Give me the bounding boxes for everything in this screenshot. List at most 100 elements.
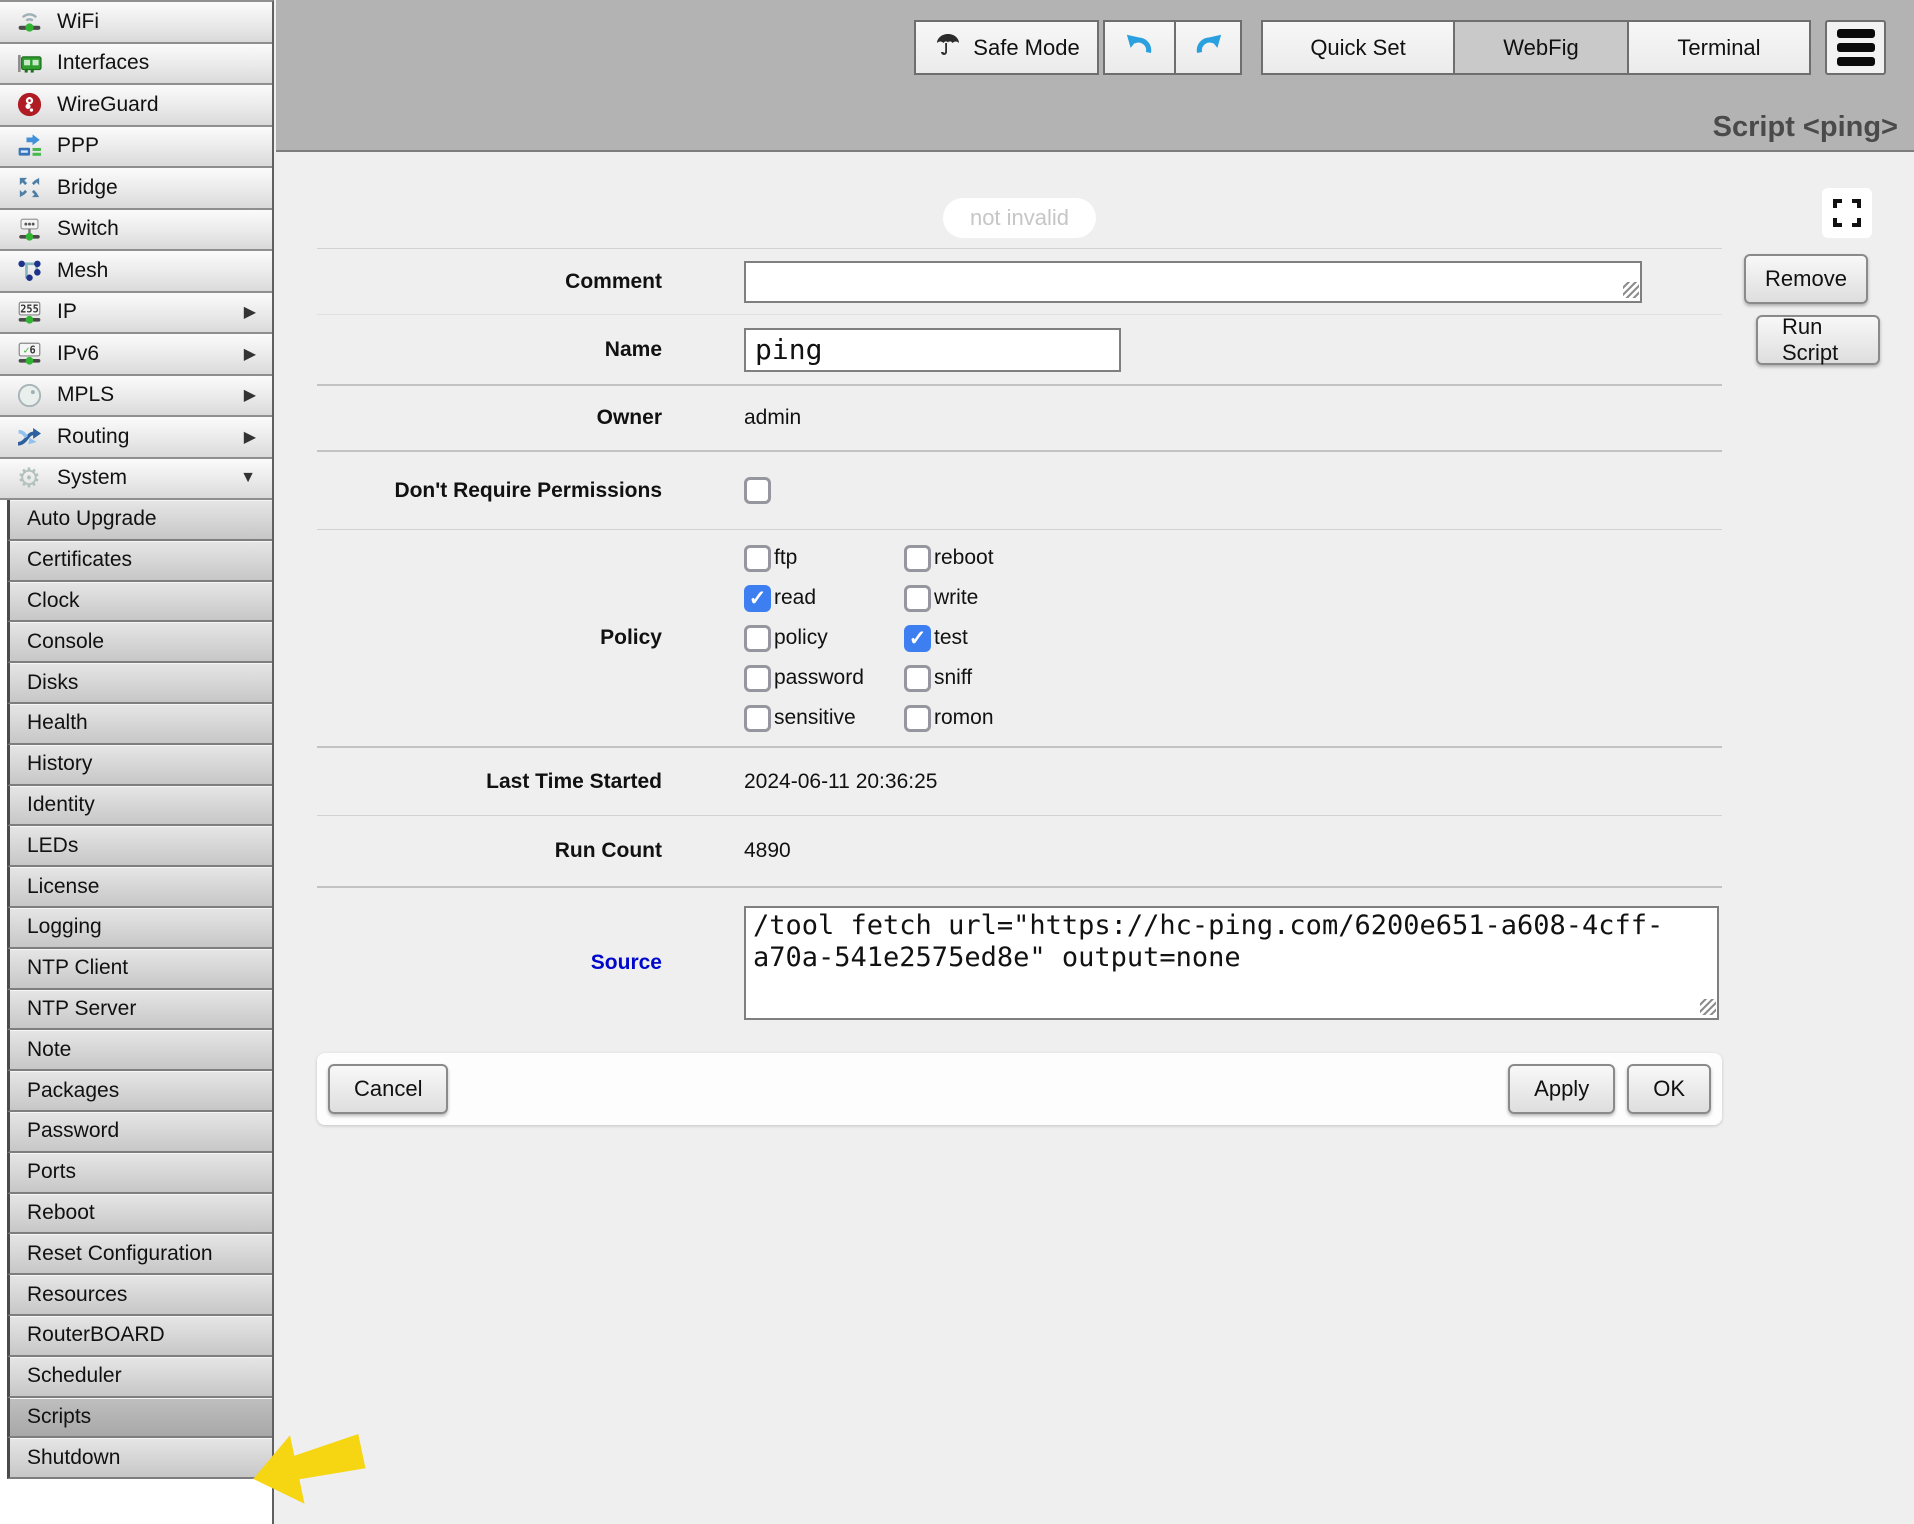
sidebar-subitem-leds[interactable]: LEDs bbox=[7, 826, 272, 867]
main-area: Safe Mode Quick Set WebFig Terminal Scri… bbox=[276, 0, 1914, 1524]
status-badge: not invalid bbox=[943, 198, 1096, 238]
run-count-label: Run Count bbox=[317, 839, 662, 863]
policy-label: Policy bbox=[317, 626, 662, 650]
sidebar-item-mesh[interactable]: Mesh bbox=[0, 251, 272, 293]
policy-option-policy[interactable]: ✓ policy bbox=[744, 625, 904, 652]
routing-icon bbox=[14, 422, 44, 452]
policy-option-sniff[interactable]: ✓ sniff bbox=[904, 665, 1079, 692]
sidebar-top-menu: WiFi Interfaces WireGuard PPP bbox=[0, 2, 272, 500]
tab-quick-set[interactable]: Quick Set bbox=[1261, 20, 1455, 75]
last-time-started-value: 2024-06-11 20:36:25 bbox=[744, 770, 937, 794]
redo-arrow-icon bbox=[1193, 30, 1223, 66]
sidebar-item-ipv6[interactable]: ✓6 IPv6 ▶ bbox=[0, 334, 272, 376]
name-input[interactable] bbox=[744, 328, 1121, 372]
owner-label: Owner bbox=[317, 406, 662, 430]
svg-text:✓6: ✓6 bbox=[23, 345, 35, 357]
apply-button[interactable]: Apply bbox=[1508, 1064, 1615, 1114]
sidebar-subitem-scripts[interactable]: Scripts bbox=[7, 1398, 272, 1439]
expand-arrow-icon: ▶ bbox=[244, 385, 256, 405]
ip-icon: 255 bbox=[14, 297, 44, 327]
script-form: not invalid Comment Name Owner admin bbox=[317, 152, 1722, 1038]
comment-row: Comment bbox=[317, 248, 1722, 314]
sidebar-subitem-identity[interactable]: Identity bbox=[7, 786, 272, 827]
sidebar-subitem-ports[interactable]: Ports bbox=[7, 1153, 272, 1194]
fullscreen-icon[interactable] bbox=[1822, 188, 1872, 238]
form-button-bar: Cancel Apply OK bbox=[317, 1053, 1722, 1125]
tab-webfig[interactable]: WebFig bbox=[1453, 20, 1629, 75]
wifi-icon bbox=[14, 7, 44, 37]
remove-button[interactable]: Remove bbox=[1744, 254, 1868, 304]
sidebar-subitem-password[interactable]: Password bbox=[7, 1112, 272, 1153]
expand-arrow-icon: ▶ bbox=[244, 344, 256, 364]
sidebar-subitem-scheduler[interactable]: Scheduler bbox=[7, 1357, 272, 1398]
safe-mode-button[interactable]: Safe Mode bbox=[914, 20, 1099, 75]
dont-require-permissions-label: Don't Require Permissions bbox=[317, 479, 662, 503]
tab-terminal[interactable]: Terminal bbox=[1627, 20, 1811, 75]
switch-icon bbox=[14, 214, 44, 244]
sidebar-subitem-routerboard[interactable]: RouterBOARD bbox=[7, 1316, 272, 1357]
policy-option-read[interactable]: ✓ read bbox=[744, 585, 904, 612]
sidebar-subitem-certificates[interactable]: Certificates bbox=[7, 541, 272, 582]
bridge-icon bbox=[14, 173, 44, 203]
undo-button[interactable] bbox=[1103, 20, 1176, 75]
sidebar-subitem-health[interactable]: Health bbox=[7, 704, 272, 745]
ppp-icon bbox=[14, 131, 44, 161]
source-input[interactable]: /tool fetch url="https://hc-ping.com/620… bbox=[744, 906, 1719, 1020]
run-script-button[interactable]: Run Script bbox=[1756, 315, 1880, 365]
expand-arrow-icon: ▶ bbox=[244, 302, 256, 322]
policy-option-write[interactable]: ✓ write bbox=[904, 585, 1079, 612]
umbrella-icon bbox=[933, 30, 963, 66]
ok-button[interactable]: OK bbox=[1627, 1064, 1711, 1114]
sidebar-item-wifi[interactable]: WiFi bbox=[0, 2, 272, 44]
expand-arrow-icon: ▼ bbox=[240, 469, 256, 487]
dont-require-permissions-checkbox[interactable]: ✓ bbox=[744, 477, 771, 504]
sidebar-subitem-note[interactable]: Note bbox=[7, 1030, 272, 1071]
mpls-icon bbox=[14, 380, 44, 410]
sidebar-item-wireguard[interactable]: WireGuard bbox=[0, 85, 272, 127]
sidebar-item-bridge[interactable]: Bridge bbox=[0, 168, 272, 210]
ipv6-icon: ✓6 bbox=[14, 339, 44, 369]
sidebar-subitem-ntp-server[interactable]: NTP Server bbox=[7, 990, 272, 1031]
sidebar-subitem-auto-upgrade[interactable]: Auto Upgrade bbox=[7, 500, 272, 541]
policy-option-sensitive[interactable]: ✓ sensitive bbox=[744, 705, 904, 732]
policy-option-test[interactable]: ✓ test bbox=[904, 625, 1079, 652]
sidebar-system-submenu: Auto Upgrade Certificates Clock Console … bbox=[0, 500, 272, 1479]
sidebar-subitem-history[interactable]: History bbox=[7, 745, 272, 786]
sidebar-item-system[interactable]: ⚙ System ▼ bbox=[0, 459, 272, 501]
sidebar-subitem-disks[interactable]: Disks bbox=[7, 663, 272, 704]
sidebar-subitem-shutdown[interactable]: Shutdown bbox=[7, 1438, 272, 1479]
sidebar-subitem-license[interactable]: License bbox=[7, 867, 272, 908]
sidebar-item-switch[interactable]: Switch bbox=[0, 210, 272, 252]
sidebar-item-routing[interactable]: Routing ▶ bbox=[0, 417, 272, 459]
sidebar-item-ip[interactable]: 255 IP ▶ bbox=[0, 293, 272, 335]
hamburger-menu-icon[interactable] bbox=[1825, 20, 1886, 75]
sidebar-subitem-logging[interactable]: Logging bbox=[7, 908, 272, 949]
svg-text:255: 255 bbox=[20, 303, 39, 315]
sidebar-subitem-packages[interactable]: Packages bbox=[7, 1071, 272, 1112]
sidebar-item-ppp[interactable]: PPP bbox=[0, 127, 272, 169]
sidebar-subitem-ntp-client[interactable]: NTP Client bbox=[7, 949, 272, 990]
sidebar: WiFi Interfaces WireGuard PPP bbox=[0, 0, 274, 1524]
sidebar-subitem-console[interactable]: Console bbox=[7, 622, 272, 663]
sidebar-subitem-resources[interactable]: Resources bbox=[7, 1275, 272, 1316]
policy-option-romon[interactable]: ✓ romon bbox=[904, 705, 1079, 732]
system-icon: ⚙ bbox=[14, 463, 44, 493]
top-header-band: Safe Mode Quick Set WebFig Terminal Scri… bbox=[276, 0, 1914, 152]
last-time-started-row: Last Time Started 2024-06-11 20:36:25 bbox=[317, 746, 1722, 815]
policy-option-ftp[interactable]: ✓ ftp bbox=[744, 545, 904, 572]
comment-input[interactable] bbox=[744, 261, 1642, 303]
policy-option-password[interactable]: ✓ password bbox=[744, 665, 904, 692]
expand-arrow-icon: ▶ bbox=[244, 427, 256, 447]
sidebar-subitem-reset-configuration[interactable]: Reset Configuration bbox=[7, 1234, 272, 1275]
sidebar-subitem-clock[interactable]: Clock bbox=[7, 582, 272, 623]
sidebar-subitem-reboot[interactable]: Reboot bbox=[7, 1194, 272, 1235]
status-row: not invalid bbox=[317, 152, 1722, 248]
name-row: Name bbox=[317, 314, 1722, 384]
owner-row: Owner admin bbox=[317, 384, 1722, 450]
sidebar-item-interfaces[interactable]: Interfaces bbox=[0, 44, 272, 86]
sidebar-item-mpls[interactable]: MPLS ▶ bbox=[0, 376, 272, 418]
policy-option-reboot[interactable]: ✓ reboot bbox=[904, 545, 1079, 572]
redo-button[interactable] bbox=[1174, 20, 1242, 75]
side-actions: Remove Run Script bbox=[1744, 254, 1868, 376]
cancel-button[interactable]: Cancel bbox=[328, 1064, 448, 1114]
